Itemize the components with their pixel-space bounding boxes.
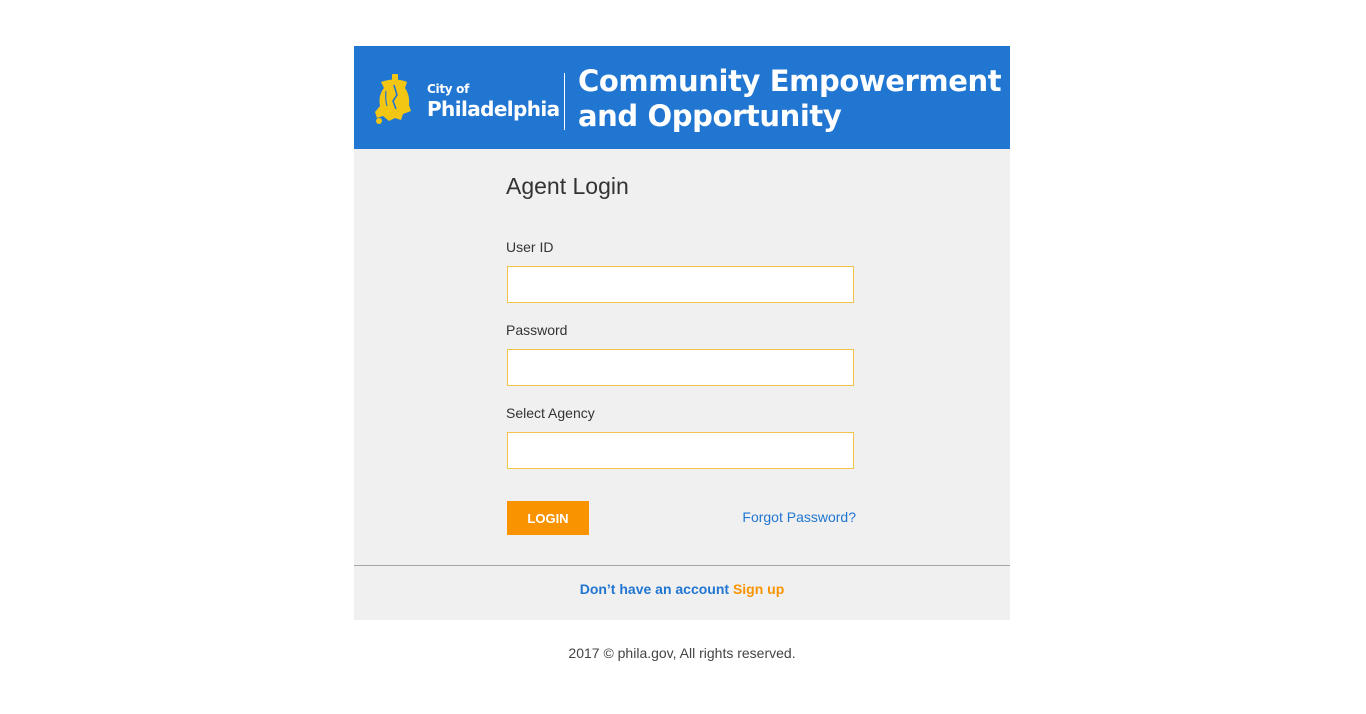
password-label: Password bbox=[506, 322, 568, 338]
user-id-input[interactable] bbox=[507, 266, 854, 303]
app-title-line1: Community Empowerment bbox=[578, 64, 1002, 98]
password-input[interactable] bbox=[507, 349, 854, 386]
header-divider bbox=[564, 73, 565, 130]
logo-city-of: City of bbox=[427, 82, 470, 96]
liberty-bell-icon bbox=[375, 74, 411, 124]
select-agency-label: Select Agency bbox=[506, 405, 595, 421]
login-card: City of Philadelphia Community Empowerme… bbox=[354, 46, 1010, 620]
signup-prompt: Don’t have an account bbox=[579, 581, 733, 597]
site-header: City of Philadelphia Community Empowerme… bbox=[354, 46, 1010, 149]
forgot-password-link[interactable]: Forgot Password? bbox=[742, 509, 856, 525]
app-title-line2: and Opportunity bbox=[578, 99, 842, 133]
signup-row: Don’t have an account Sign up bbox=[354, 581, 1010, 597]
page-title: Agent Login bbox=[506, 173, 629, 199]
app-title: Community Empowerment and Opportunity bbox=[578, 64, 1008, 134]
signup-link[interactable]: Sign up bbox=[733, 581, 784, 597]
user-id-label: User ID bbox=[506, 239, 554, 255]
card-divider bbox=[354, 565, 1010, 566]
select-agency-input[interactable] bbox=[507, 432, 854, 469]
login-button[interactable]: LOGIN bbox=[507, 501, 589, 535]
footer-copyright: 2017 © phila.gov, All rights reserved. bbox=[568, 645, 796, 661]
logo-philadelphia: Philadelphia bbox=[427, 97, 560, 121]
